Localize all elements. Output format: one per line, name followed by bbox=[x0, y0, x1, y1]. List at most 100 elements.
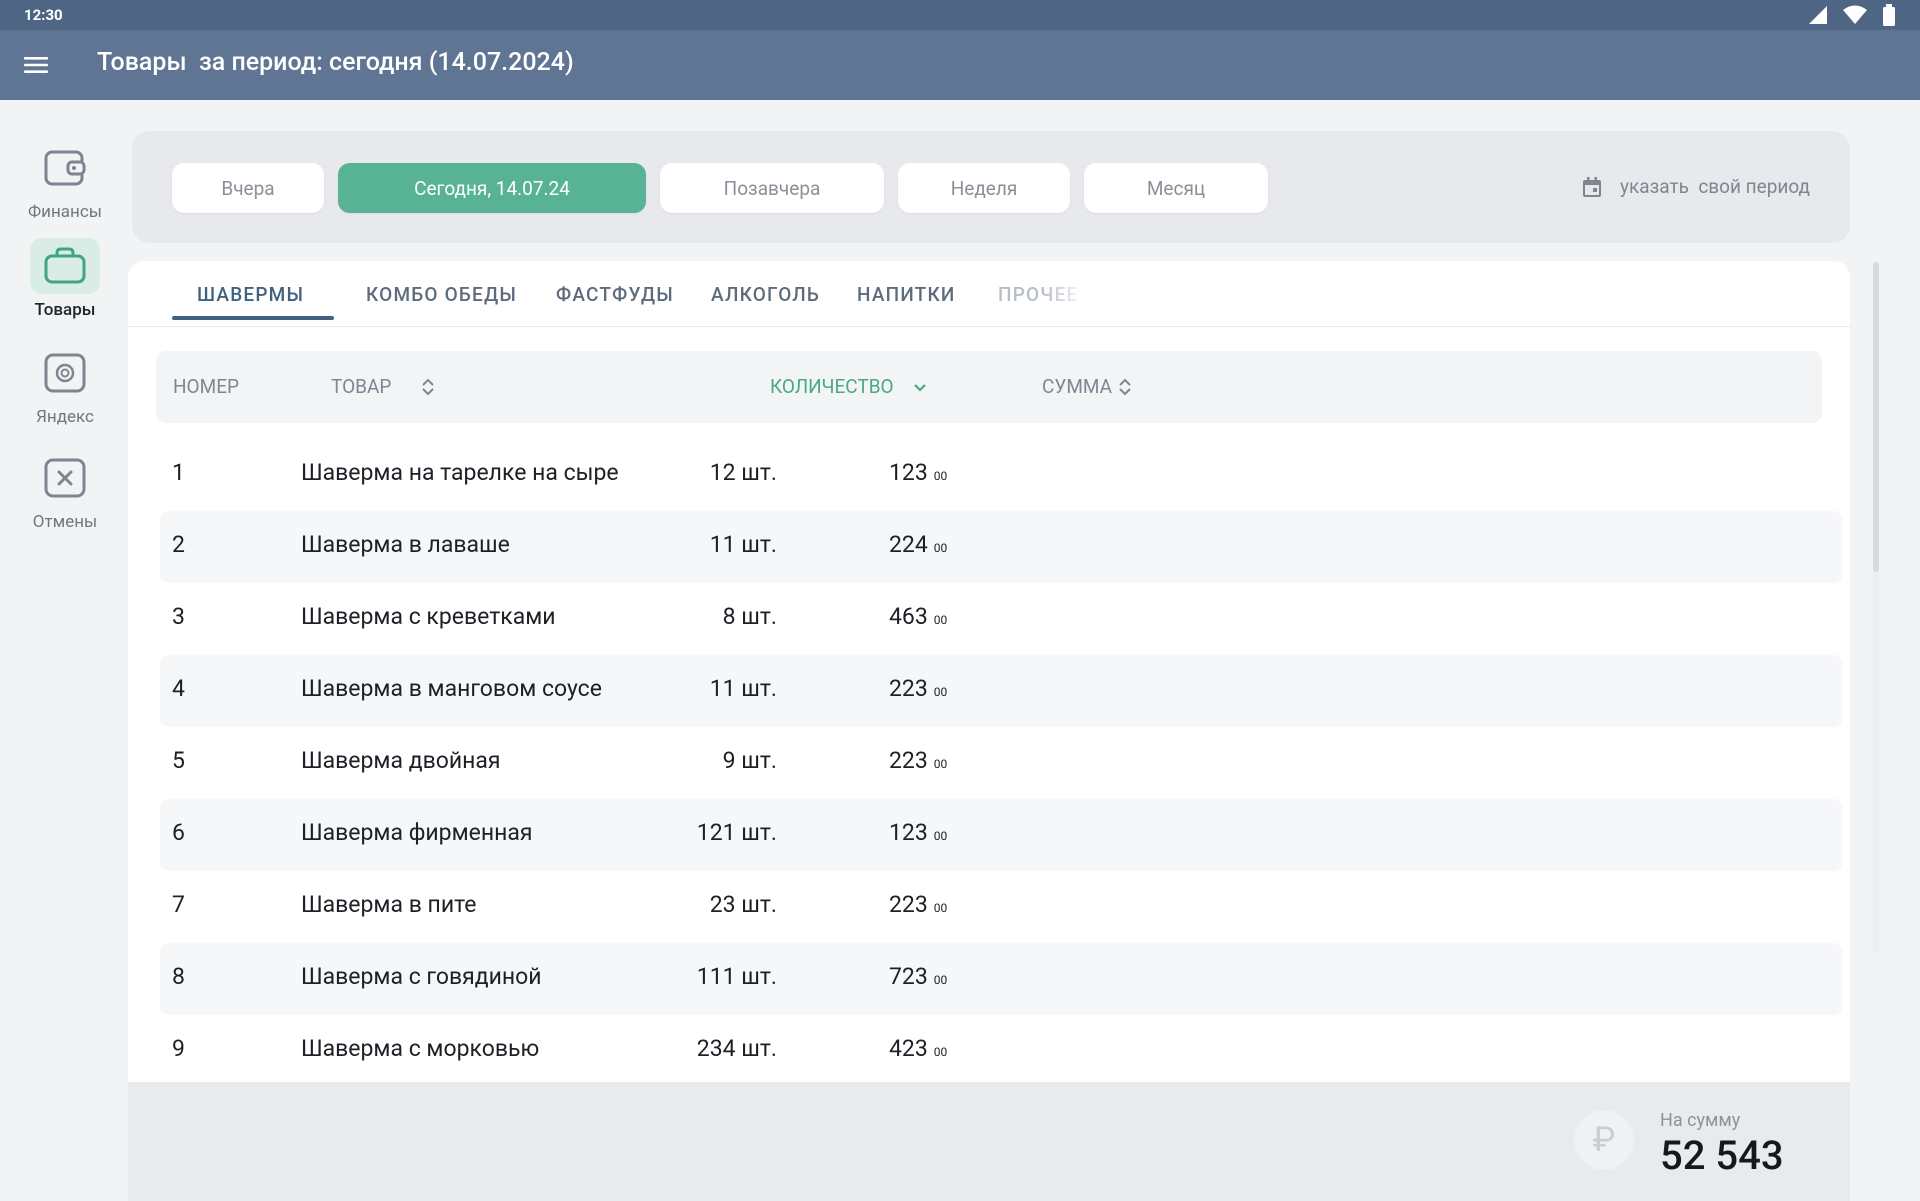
cell-product: Шаверма в лаваше bbox=[301, 531, 510, 558]
cancel-icon bbox=[44, 458, 86, 498]
cell-sum: 463 00 bbox=[889, 603, 948, 630]
cell-number: 6 bbox=[172, 819, 185, 846]
yandex-icon bbox=[44, 353, 86, 393]
tab-drinks[interactable]: НАПИТКИ bbox=[857, 283, 956, 306]
chip-month[interactable]: Месяц bbox=[1084, 163, 1268, 213]
table-row[interactable]: 7 Шаверма в пите 23 шт. 223 00 bbox=[160, 871, 1842, 943]
cell-number: 5 bbox=[172, 747, 185, 774]
header-number: НОМЕР bbox=[173, 375, 239, 398]
cell-quantity: 9 шт. bbox=[722, 747, 777, 774]
cell-product: Шаверма на тарелке на сыре bbox=[301, 459, 619, 486]
cell-product: Шаверма в пите bbox=[301, 891, 477, 918]
sort-icon bbox=[422, 378, 435, 395]
chip-week[interactable]: Неделя bbox=[898, 163, 1070, 213]
rail-item-label: Финансы bbox=[28, 202, 102, 222]
cell-quantity: 111 шт. bbox=[696, 963, 777, 990]
cell-number: 3 bbox=[172, 603, 185, 630]
status-icons bbox=[1808, 4, 1896, 26]
total-label: На сумму bbox=[1660, 1110, 1741, 1131]
calendar-icon bbox=[1583, 176, 1602, 197]
cell-quantity: 8 шт. bbox=[722, 603, 777, 630]
cell-product: Шаверма двойная bbox=[301, 747, 501, 774]
rail-item-yandex[interactable]: Яндекс bbox=[0, 345, 130, 427]
header-product[interactable]: ТОВАР bbox=[331, 375, 439, 398]
total-footer: ₽ На сумму 52 543 bbox=[128, 1082, 1850, 1201]
cell-number: 1 bbox=[172, 459, 185, 486]
scrollbar-thumb[interactable] bbox=[1873, 262, 1879, 572]
cell-quantity: 121 шт. bbox=[696, 819, 777, 846]
table-row[interactable]: 6 Шаверма фирменная 121 шт. 123 00 bbox=[160, 799, 1842, 871]
cell-number: 4 bbox=[172, 675, 185, 702]
cell-quantity: 12 шт. bbox=[709, 459, 777, 486]
total-value: 52 543 bbox=[1660, 1132, 1784, 1179]
cell-product: Шаверма с морковью bbox=[301, 1035, 540, 1062]
rail-item-finances[interactable]: Финансы bbox=[0, 140, 130, 222]
header-product-label: ТОВАР bbox=[331, 375, 392, 398]
wallet-icon bbox=[44, 150, 86, 186]
tab-other[interactable]: ПРОЧЕЕ bbox=[998, 283, 1088, 306]
chevron-down-icon bbox=[913, 383, 926, 392]
cell-sum: 223 00 bbox=[889, 891, 948, 918]
products-card: ШАВЕРМЫ КОМБО ОБЕДЫ ФАСТФУДЫ АЛКОГОЛЬ НА… bbox=[128, 261, 1850, 1201]
header-quantity[interactable]: КОЛИЧЕСТВО bbox=[770, 375, 930, 398]
navigation-rail: Финансы Товары Яндекс Отмены bbox=[0, 100, 130, 1201]
cell-number: 2 bbox=[172, 531, 185, 558]
battery-icon bbox=[1883, 4, 1895, 26]
tab-shawarma[interactable]: ШАВЕРМЫ bbox=[197, 283, 304, 306]
signal-icon bbox=[1809, 6, 1827, 24]
custom-period-label: указать свой период bbox=[1620, 175, 1810, 198]
custom-period-button[interactable]: указать свой период bbox=[1582, 175, 1810, 198]
ruble-icon: ₽ bbox=[1574, 1110, 1634, 1170]
scrollbar[interactable] bbox=[1873, 262, 1879, 952]
cell-product: Шаверма фирменная bbox=[301, 819, 533, 846]
cell-quantity: 234 шт. bbox=[696, 1035, 777, 1062]
cell-sum: 223 00 bbox=[889, 675, 948, 702]
period-selector: Вчера Сегодня, 14.07.24 Позавчера Неделя… bbox=[132, 131, 1850, 243]
table-row[interactable]: 2 Шаверма в лаваше 11 шт. 224 00 bbox=[160, 511, 1842, 583]
tab-combo-lunch[interactable]: КОМБО ОБЕДЫ bbox=[366, 283, 517, 306]
cell-product: Шаверма с говядиной bbox=[301, 963, 542, 990]
table-row[interactable]: 1 Шаверма на тарелке на сыре 12 шт. 123 0… bbox=[160, 439, 1842, 511]
table-row[interactable]: 4 Шаверма в манговом соусе 11 шт. 223 00 bbox=[160, 655, 1842, 727]
rail-item-label: Яндекс bbox=[36, 407, 94, 427]
header-sum[interactable]: СУММА bbox=[1042, 375, 1134, 398]
menu-icon[interactable] bbox=[22, 51, 50, 79]
rail-item-products[interactable]: Товары bbox=[0, 238, 130, 320]
chip-day-before-yesterday[interactable]: Позавчера bbox=[660, 163, 884, 213]
table-row[interactable]: 5 Шаверма двойная 9 шт. 223 00 bbox=[160, 727, 1842, 799]
header-sum-label: СУММА bbox=[1042, 375, 1113, 398]
table-body: 1 Шаверма на тарелке на сыре 12 шт. 123 0… bbox=[160, 439, 1842, 1087]
category-tabs: ШАВЕРМЫ КОМБО ОБЕДЫ ФАСТФУДЫ АЛКОГОЛЬ НА… bbox=[128, 261, 1850, 327]
tab-fastfood[interactable]: ФАСТФУДЫ bbox=[556, 283, 674, 306]
cell-sum: 123 00 bbox=[889, 819, 948, 846]
cell-product: Шаверма с креветками bbox=[301, 603, 556, 630]
tab-alcohol[interactable]: АЛКОГОЛЬ bbox=[711, 283, 820, 306]
table-row[interactable]: 9 Шаверма с морковью 234 шт. 423 00 bbox=[160, 1015, 1842, 1087]
cell-sum: 723 00 bbox=[889, 963, 948, 990]
page-title: Товары за период: сегодня (14.07.2024) bbox=[97, 48, 574, 77]
app-bar: Товары за период: сегодня (14.07.2024) bbox=[0, 30, 1920, 100]
bag-icon bbox=[44, 247, 86, 284]
cell-quantity: 11 шт. bbox=[709, 675, 777, 702]
status-bar: 12:30 bbox=[0, 0, 1920, 30]
cell-quantity: 11 шт. bbox=[709, 531, 777, 558]
cell-sum: 224 00 bbox=[889, 531, 948, 558]
chip-yesterday[interactable]: Вчера bbox=[172, 163, 324, 213]
rail-item-label: Отмены bbox=[32, 512, 98, 532]
wifi-icon bbox=[1843, 5, 1867, 24]
rail-item-cancellations[interactable]: Отмены bbox=[0, 450, 130, 532]
cell-quantity: 23 шт. bbox=[709, 891, 777, 918]
cell-product: Шаверма в манговом соусе bbox=[301, 675, 602, 702]
status-time: 12:30 bbox=[24, 6, 63, 24]
rail-item-label: Товары bbox=[34, 300, 96, 320]
cell-number: 8 bbox=[172, 963, 185, 990]
chip-today[interactable]: Сегодня, 14.07.24 bbox=[338, 163, 646, 213]
table-row[interactable]: 3 Шаверма с креветками 8 шт. 463 00 bbox=[160, 583, 1842, 655]
cell-sum: 223 00 bbox=[889, 747, 948, 774]
header-quantity-label: КОЛИЧЕСТВО bbox=[770, 375, 894, 398]
cell-sum: 123 00 bbox=[889, 459, 948, 486]
active-tab-indicator bbox=[172, 316, 334, 320]
cell-sum: 423 00 bbox=[889, 1035, 948, 1062]
table-header: НОМЕР ТОВАР КОЛИЧЕСТВО СУММА bbox=[156, 351, 1822, 423]
table-row[interactable]: 8 Шаверма с говядиной 111 шт. 723 00 bbox=[160, 943, 1842, 1015]
